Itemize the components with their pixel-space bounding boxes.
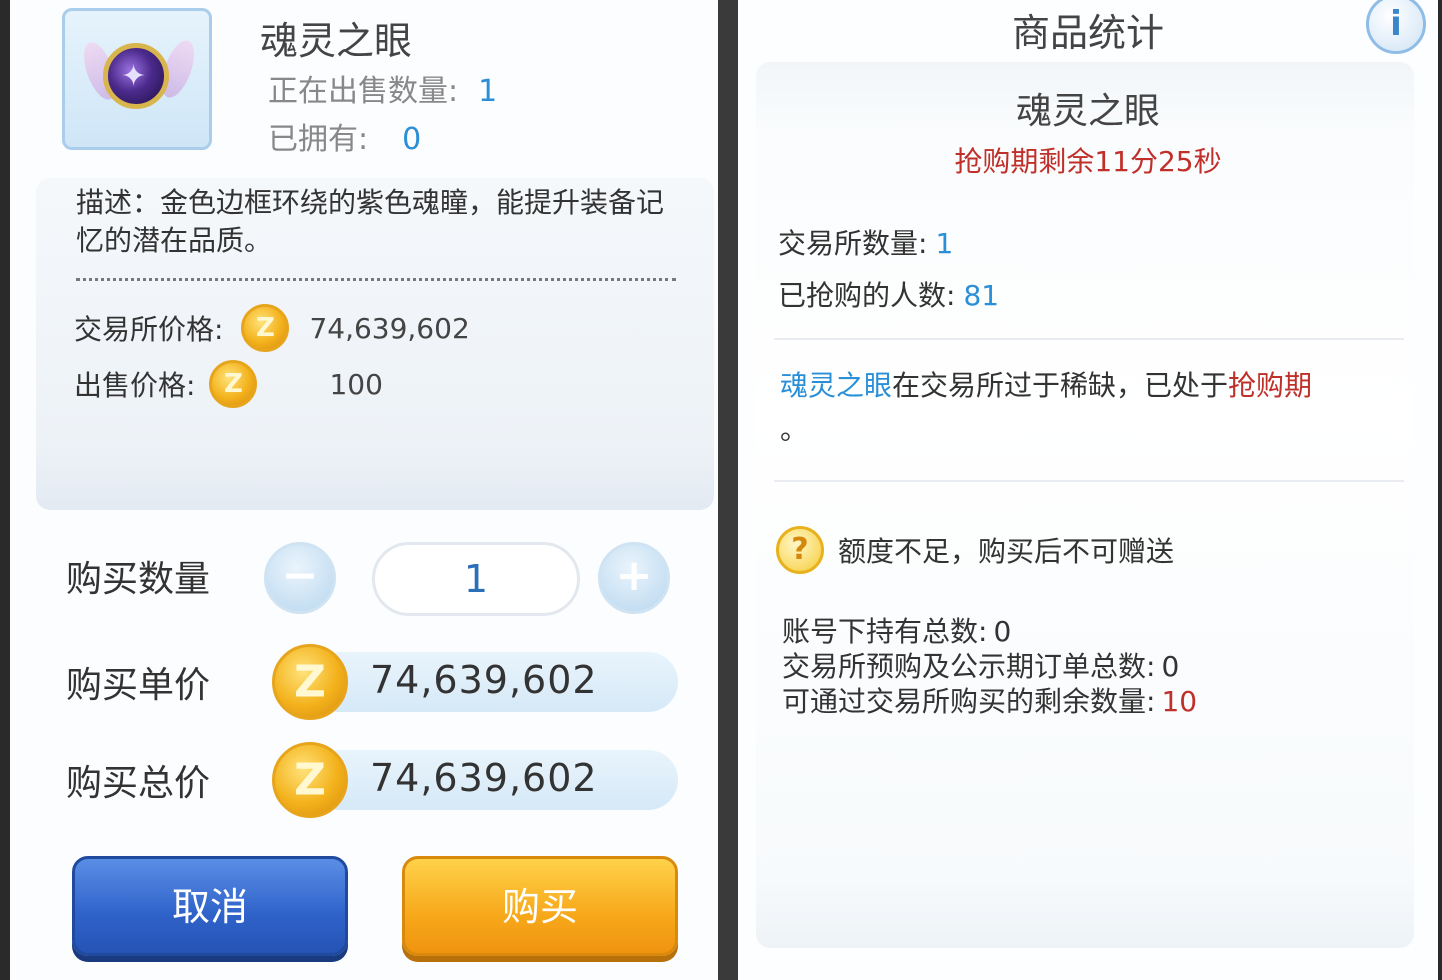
- on-sale-value: 1: [478, 74, 498, 109]
- stats-card: [756, 62, 1414, 948]
- preorder-value: 0: [1161, 650, 1180, 683]
- remaining-label: 可通过交易所购买的剩余数量:: [782, 685, 1156, 718]
- sell-price-row: 出售价格: Z 100: [74, 360, 383, 408]
- item-icon-frame: ✦: [62, 8, 212, 150]
- plus-icon: +: [615, 550, 653, 601]
- divider: [76, 278, 676, 281]
- flash-sale-timer: 抢购期剩余11分25秒: [954, 145, 1222, 178]
- quantity-label: 购买数量: [66, 559, 211, 600]
- divider: [774, 480, 1404, 482]
- exchange-price-row: 交易所价格: Z 74,639,602: [74, 304, 470, 352]
- exchange-price-label: 交易所价格:: [74, 313, 224, 346]
- purchase-dialog: ✦ 魂灵之眼 正在出售数量: 1 已拥有: 0 描述：金色边框环绕的紫色魂瞳，能提升…: [10, 0, 718, 980]
- item-description: 描述：金色边框环绕的紫色魂瞳，能提升装备记忆的潜在品质。: [76, 186, 665, 257]
- notice-text: 在交易所过于稀缺，已处于: [892, 369, 1229, 402]
- decrease-quantity-button[interactable]: −: [264, 542, 336, 614]
- exchange-qty-value: 1: [935, 227, 954, 260]
- zeny-coin-icon: Z: [272, 644, 348, 720]
- zeny-coin-icon: Z: [272, 742, 348, 818]
- unit-price-value: 74,639,602: [370, 658, 598, 702]
- exchange-price-value: 74,639,602: [309, 311, 470, 345]
- preorder-label: 交易所预购及公示期订单总数:: [782, 650, 1156, 683]
- panel-gap: [718, 0, 738, 980]
- exchange-qty-row: 交易所数量: 1: [778, 222, 953, 262]
- stats-item-name: 魂灵之眼: [1015, 91, 1160, 132]
- exchange-qty-label: 交易所数量:: [778, 227, 928, 260]
- cancel-button[interactable]: 取消: [72, 856, 348, 956]
- on-sale-label: 正在出售数量:: [268, 74, 459, 109]
- preorder-row: 交易所预购及公示期订单总数: 0: [782, 645, 1179, 685]
- item-name: 魂灵之眼: [260, 19, 413, 63]
- notice-item-link[interactable]: 魂灵之眼: [780, 369, 892, 402]
- owned-count: 已拥有: 0: [268, 114, 421, 158]
- owned-label: 已拥有:: [268, 122, 369, 157]
- unit-price-label: 购买单价: [66, 665, 211, 706]
- buyers-row: 已抢购的人数: 81: [778, 274, 999, 314]
- stats-title: 商品统计: [1011, 11, 1164, 55]
- zeny-coin-icon: Z: [241, 304, 290, 352]
- zeny-coin-icon: Z: [209, 360, 258, 408]
- sell-price-value: 100: [329, 367, 383, 401]
- buyers-value: 81: [963, 279, 1000, 312]
- account-total-value: 0: [993, 615, 1012, 648]
- minus-icon: −: [281, 550, 319, 601]
- notice-period: 抢购期: [1228, 369, 1313, 402]
- account-total-row: 账号下持有总数: 0: [782, 610, 1011, 650]
- scarcity-notice: 魂灵之眼在交易所过于稀缺，已处于抢购期。: [780, 364, 1400, 452]
- quantity-input[interactable]: 1: [372, 542, 580, 616]
- increase-quantity-button[interactable]: +: [598, 542, 670, 614]
- item-info-box: 描述：金色边框环绕的紫色魂瞳，能提升装备记忆的潜在品质。 交易所价格: Z 74…: [36, 178, 714, 510]
- quota-warning: 额度不足，购买后不可赠送: [838, 535, 1175, 568]
- buy-button[interactable]: 购买: [402, 856, 678, 956]
- question-icon[interactable]: ?: [776, 526, 824, 574]
- notice-end: 。: [780, 413, 809, 446]
- account-total-label: 账号下持有总数:: [782, 615, 988, 648]
- owned-value: 0: [402, 122, 422, 157]
- total-price-label: 购买总价: [66, 763, 211, 804]
- divider: [774, 338, 1404, 340]
- total-price-value: 74,639,602: [370, 756, 598, 800]
- remaining-row: 可通过交易所购买的剩余数量: 10: [782, 680, 1197, 720]
- total-price-field: 74,639,602: [310, 750, 678, 810]
- star-icon: ✦: [121, 59, 147, 94]
- item-stats-panel: 商品统计 i 魂灵之眼 抢购期剩余11分25秒 交易所数量: 1 已抢购的人数: 8…: [738, 0, 1438, 980]
- buyers-label: 已抢购的人数:: [778, 279, 956, 312]
- sell-price-label: 出售价格:: [74, 369, 196, 402]
- on-sale-count: 正在出售数量: 1: [268, 66, 497, 110]
- remaining-value: 10: [1161, 685, 1198, 718]
- unit-price-field: 74,639,602: [310, 652, 678, 712]
